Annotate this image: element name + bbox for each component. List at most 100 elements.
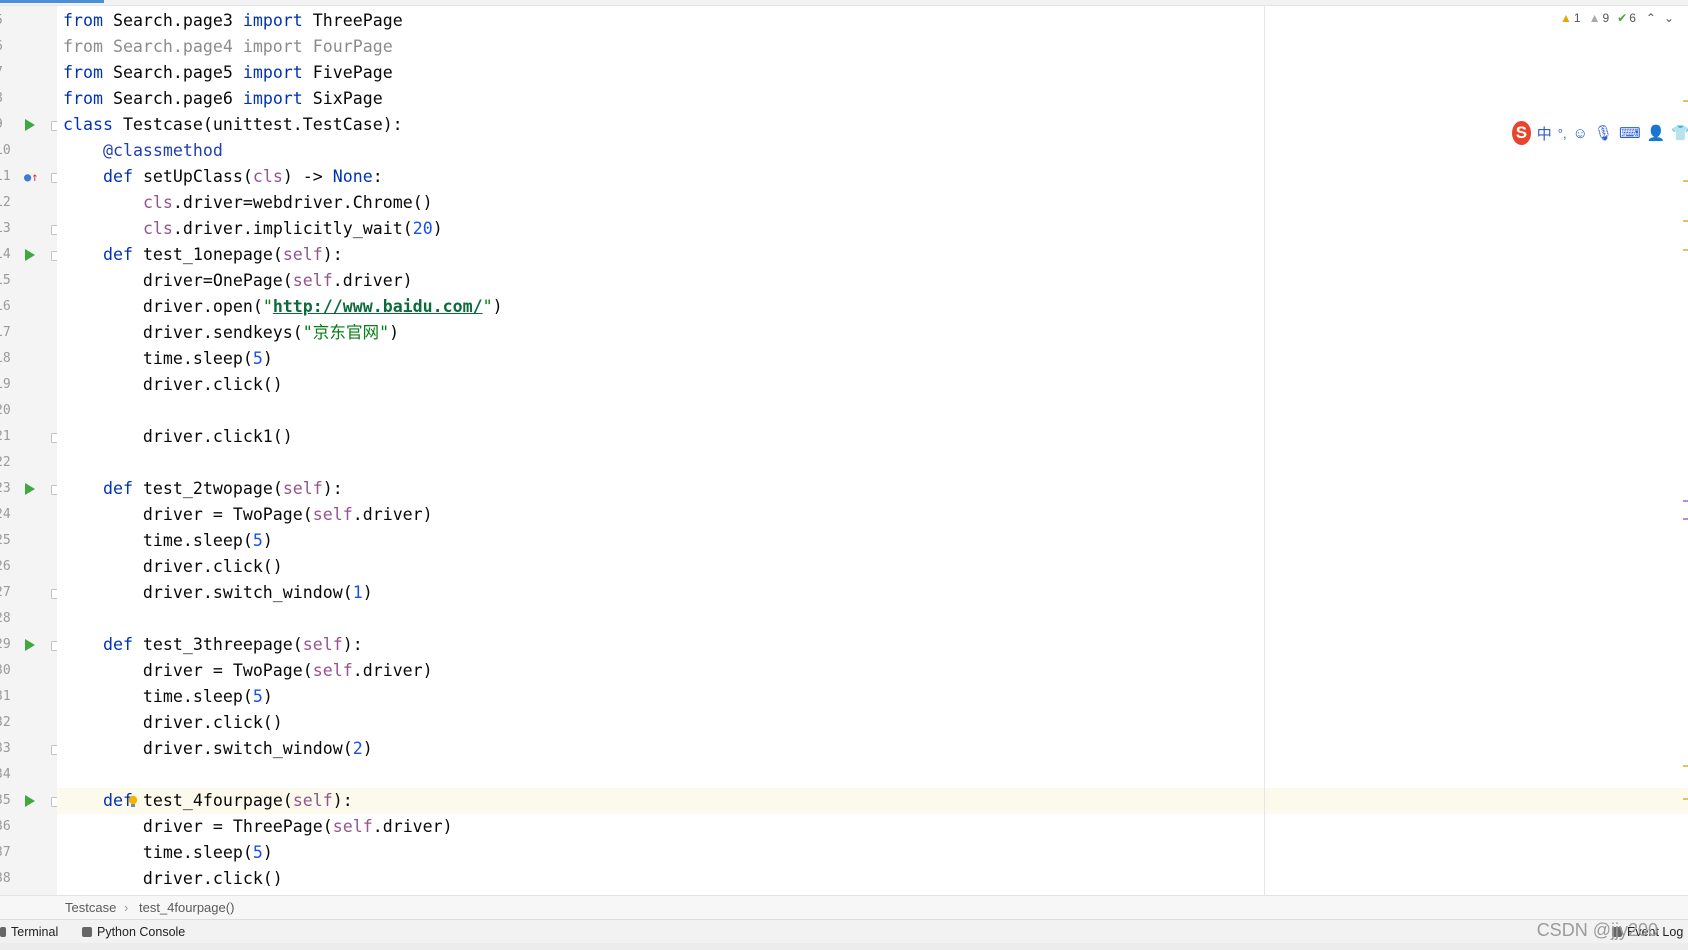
- code-text[interactable]: driver = TwoPage(self.driver): [63, 504, 433, 526]
- code-text[interactable]: cls.driver=webdriver.Chrome(): [63, 192, 433, 214]
- code-line[interactable]: driver = TwoPage(self.driver): [57, 502, 1688, 528]
- code-editor[interactable]: from Search.page3 import ThreePage from S…: [57, 6, 1688, 895]
- code-text[interactable]: from Search.page4 import FourPage: [63, 36, 393, 58]
- ime-punctuation-toggle[interactable]: °,: [1558, 126, 1567, 141]
- run-icon[interactable]: [25, 639, 35, 651]
- code-text[interactable]: def test_3threepage(self):: [63, 634, 363, 656]
- code-line[interactable]: def setUpClass(cls) -> None:: [57, 164, 1688, 190]
- user-icon[interactable]: 👤: [1647, 124, 1666, 142]
- code-line[interactable]: driver=OnePage(self.driver): [57, 268, 1688, 294]
- code-text[interactable]: driver = ThreePage(self.driver): [63, 816, 453, 838]
- code-line[interactable]: cls.driver=webdriver.Chrome(): [57, 190, 1688, 216]
- mic-icon[interactable]: 🎙: [1594, 124, 1613, 142]
- scroll-marker[interactable]: [1683, 500, 1688, 502]
- keyboard-icon[interactable]: ⌨: [1619, 124, 1641, 142]
- code-text[interactable]: driver.switch_window(2): [63, 738, 373, 760]
- code-line[interactable]: [57, 398, 1688, 424]
- code-line[interactable]: @classmethod: [57, 138, 1688, 164]
- smile-icon[interactable]: ☺: [1573, 125, 1588, 142]
- ime-logo[interactable]: S: [1512, 121, 1531, 145]
- code-line[interactable]: driver.switch_window(1): [57, 580, 1688, 606]
- scroll-marker[interactable]: [1683, 100, 1688, 102]
- breadcrumb-method[interactable]: test_4fourpage(): [139, 900, 234, 915]
- run-icon[interactable]: [25, 119, 35, 131]
- code-line[interactable]: from Search.page6 import SixPage: [57, 86, 1688, 112]
- code-text[interactable]: cls.driver.implicitly_wait(20): [63, 218, 443, 240]
- shirt-icon[interactable]: 👕: [1671, 124, 1688, 142]
- code-line[interactable]: [57, 450, 1688, 476]
- code-line[interactable]: def test_2twopage(self):: [57, 476, 1688, 502]
- code-line[interactable]: driver = ThreePage(self.driver): [57, 814, 1688, 840]
- code-text[interactable]: driver.sendkeys("京东官网"): [63, 322, 399, 344]
- code-line[interactable]: def test_1onepage(self):: [57, 242, 1688, 268]
- code-line[interactable]: time.sleep(5): [57, 684, 1688, 710]
- code-line[interactable]: driver.click(): [57, 866, 1688, 892]
- code-line[interactable]: driver = TwoPage(self.driver): [57, 658, 1688, 684]
- code-text[interactable]: driver = TwoPage(self.driver): [63, 660, 433, 682]
- code-text[interactable]: time.sleep(5): [63, 686, 273, 708]
- code-line[interactable]: [57, 606, 1688, 632]
- code-line[interactable]: driver.click(): [57, 554, 1688, 580]
- code-line[interactable]: time.sleep(5): [57, 346, 1688, 372]
- code-text[interactable]: time.sleep(5): [63, 842, 273, 864]
- code-line[interactable]: def test_4fourpage(self):: [57, 788, 1688, 814]
- code-token: ):: [342, 635, 363, 654]
- code-line[interactable]: def test_3threepage(self):: [57, 632, 1688, 658]
- scroll-marker[interactable]: [1683, 180, 1688, 182]
- chevron-down-icon[interactable]: ⌄: [1664, 11, 1674, 25]
- code-line[interactable]: time.sleep(5): [57, 528, 1688, 554]
- code-text[interactable]: class Testcase(unittest.TestCase):: [63, 114, 403, 136]
- code-text[interactable]: time.sleep(5): [63, 530, 273, 552]
- code-text[interactable]: from Search.page6 import SixPage: [63, 88, 383, 110]
- code-text[interactable]: driver.click(): [63, 374, 283, 396]
- run-icon[interactable]: [25, 249, 35, 261]
- code-line[interactable]: driver.click(): [57, 372, 1688, 398]
- code-text[interactable]: time.sleep(5): [63, 348, 273, 370]
- code-line[interactable]: driver.open("http://www.baidu.com/"): [57, 294, 1688, 320]
- scroll-marker[interactable]: [1683, 220, 1688, 222]
- code-line[interactable]: [57, 762, 1688, 788]
- code-text[interactable]: def test_1onepage(self):: [63, 244, 343, 266]
- breadcrumb-class[interactable]: Testcase: [65, 900, 116, 915]
- scroll-marker[interactable]: [1683, 798, 1688, 800]
- code-line[interactable]: driver.click(): [57, 710, 1688, 736]
- code-text[interactable]: from Search.page5 import FivePage: [63, 62, 393, 84]
- override-icon[interactable]: ●↑: [24, 169, 38, 185]
- code-line[interactable]: from Search.page5 import FivePage: [57, 60, 1688, 86]
- code-line[interactable]: driver.sendkeys("京东官网"): [57, 320, 1688, 346]
- code-text[interactable]: driver.click(): [63, 712, 283, 734]
- code-line[interactable]: class Testcase(unittest.TestCase):: [57, 112, 1688, 138]
- code-text[interactable]: driver.click1(): [63, 426, 293, 448]
- code-line[interactable]: cls.driver.implicitly_wait(20): [57, 216, 1688, 242]
- inspection-widget[interactable]: ▲ 1 ▲ 9 ✔ 6 ⌃ ⌄: [1560, 11, 1674, 25]
- ime-toolbar[interactable]: S 中 °, ☺ 🎙 ⌨ 👤 👕: [1510, 118, 1688, 148]
- code-text[interactable]: driver.open("http://www.baidu.com/"): [63, 296, 503, 318]
- code-text[interactable]: def setUpClass(cls) -> None:: [63, 166, 383, 188]
- code-line[interactable]: driver.switch_window(2): [57, 736, 1688, 762]
- editor-gutter[interactable]: 56789 10 11 ●↑ 12 13 14 15 16 17 18 19 20 21 22 23 24 25 2…: [0, 6, 61, 895]
- scroll-marker[interactable]: [1683, 765, 1688, 767]
- code-link[interactable]: http://www.baidu.com/: [273, 297, 483, 316]
- ime-language-toggle[interactable]: 中: [1537, 123, 1552, 144]
- tab-terminal[interactable]: Terminal: [0, 925, 58, 939]
- code-text[interactable]: driver.switch_window(1): [63, 582, 373, 604]
- code-text[interactable]: driver.click(): [63, 556, 283, 578]
- code-text[interactable]: def test_2twopage(self):: [63, 478, 343, 500]
- scroll-marker[interactable]: [1683, 249, 1688, 251]
- scroll-marker[interactable]: [1683, 518, 1688, 520]
- code-text[interactable]: driver=OnePage(self.driver): [63, 270, 413, 292]
- code-line[interactable]: time.sleep(5): [57, 840, 1688, 866]
- code-line[interactable]: from Search.page3 import ThreePage: [57, 8, 1688, 34]
- code-line[interactable]: from Search.page4 import FourPage: [57, 34, 1688, 60]
- run-icon[interactable]: [25, 795, 35, 807]
- code-text[interactable]: def test_4fourpage(self):: [63, 790, 353, 812]
- tab-python-console[interactable]: Python Console: [82, 925, 185, 939]
- code-line[interactable]: driver.click1(): [57, 424, 1688, 450]
- code-text[interactable]: from Search.page3 import ThreePage: [63, 10, 403, 32]
- run-icon[interactable]: [25, 483, 35, 495]
- intention-bulb-icon[interactable]: [128, 794, 138, 808]
- chevron-up-icon[interactable]: ⌃: [1646, 11, 1656, 25]
- code-text[interactable]: driver.click(): [63, 868, 283, 890]
- code-text[interactable]: @classmethod: [63, 140, 223, 162]
